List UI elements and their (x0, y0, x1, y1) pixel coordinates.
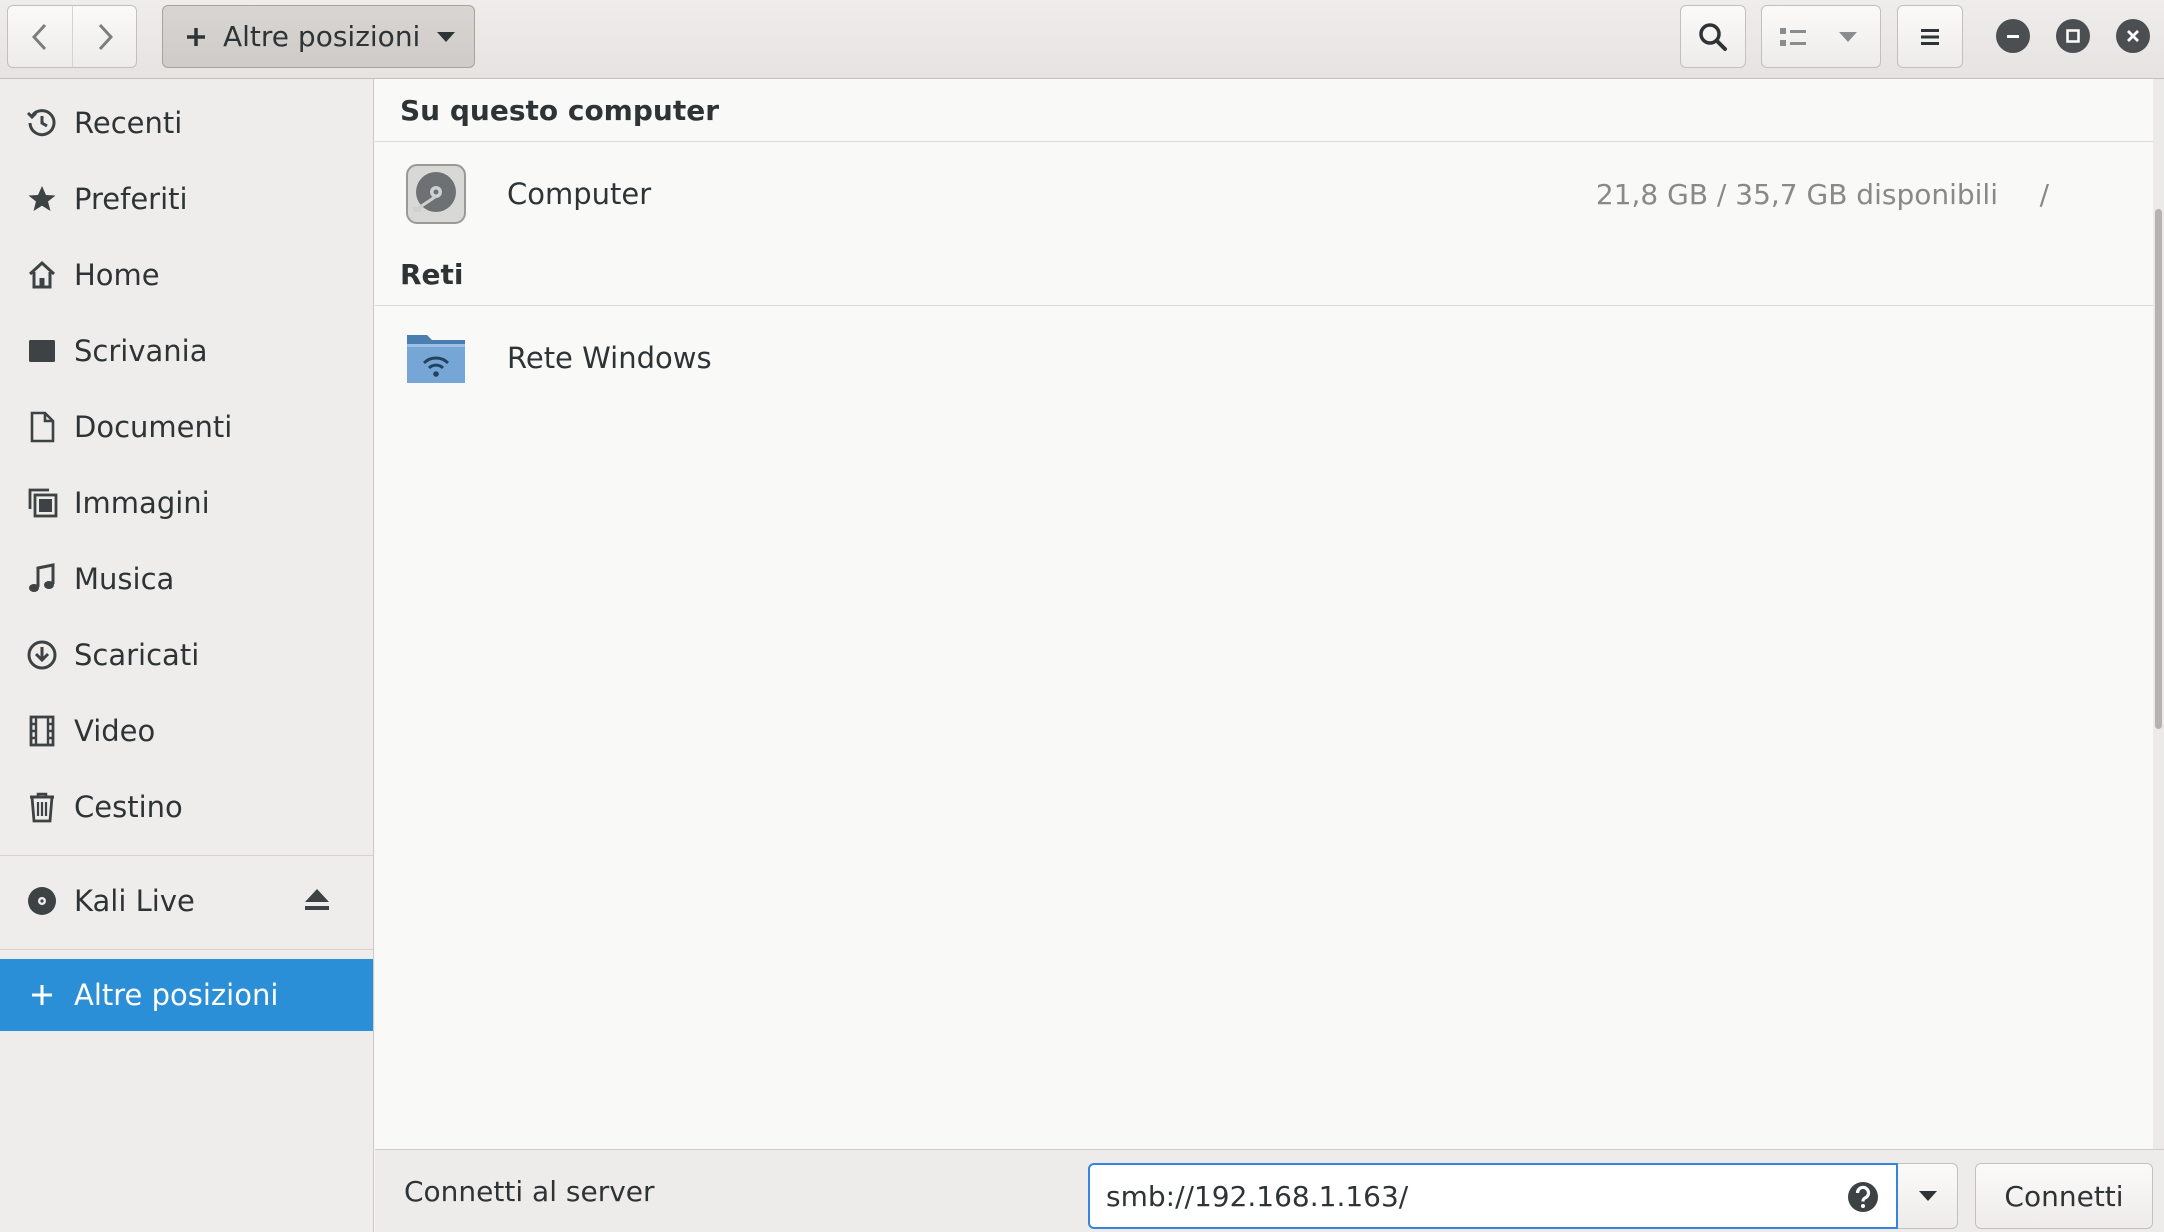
item-name: Computer (507, 177, 652, 211)
clock-icon (24, 105, 60, 141)
chevron-down-icon (437, 31, 456, 42)
sidebar-item-label: Altre posizioni (74, 978, 279, 1012)
plus-icon (24, 977, 60, 1013)
disk-space-info: 21,8 GB / 35,7 GB disponibili (1595, 177, 1998, 211)
section-header-on-this-computer: Su questo computer (375, 79, 2153, 142)
sidebar-item-scrivania[interactable]: Scrivania (0, 315, 373, 387)
header-bar: Altre posizioni (0, 0, 2164, 79)
sidebar-item-label: Documenti (74, 410, 233, 444)
video-icon (24, 713, 60, 749)
list-item-windows-network[interactable]: Rete Windows (375, 308, 2153, 408)
network-folder-icon (405, 327, 467, 389)
document-icon (24, 409, 60, 445)
sidebar-item-label: Video (74, 714, 156, 748)
sidebar-item-recenti[interactable]: Recenti (0, 87, 373, 159)
home-icon (24, 257, 60, 293)
help-button[interactable] (1846, 1180, 1880, 1214)
sidebar-item-home[interactable]: Home (0, 239, 373, 311)
maximize-button[interactable] (2056, 19, 2090, 53)
back-button[interactable] (8, 6, 72, 67)
sidebar-item-label: Cestino (74, 790, 183, 824)
sidebar-item-preferiti[interactable]: Preferiti (0, 163, 373, 235)
plus-icon (187, 27, 205, 46)
images-icon (24, 485, 60, 521)
eject-button[interactable] (303, 885, 331, 913)
close-button[interactable] (2116, 19, 2150, 53)
sidebar: Recenti Preferiti Home Scrivania Documen… (0, 79, 374, 1232)
vertical-scrollbar[interactable] (2153, 79, 2164, 1149)
sidebar-item-label: Immagini (74, 486, 210, 520)
help-icon (1848, 1182, 1878, 1212)
path-bar-button[interactable]: Altre posizioni (162, 5, 475, 68)
forward-button[interactable] (72, 6, 136, 67)
sidebar-item-musica[interactable]: Musica (0, 543, 373, 615)
sidebar-item-label: Musica (74, 562, 175, 596)
server-history-dropdown[interactable] (1898, 1163, 1958, 1229)
sidebar-item-kali-live[interactable]: Kali Live (0, 865, 373, 937)
sidebar-item-label: Scrivania (74, 334, 208, 368)
eject-icon (305, 889, 329, 910)
minimize-button[interactable] (1996, 19, 2030, 53)
sidebar-item-label: Preferiti (74, 182, 188, 216)
chevron-down-icon (1918, 1191, 1937, 1201)
disc-icon (24, 883, 60, 919)
connect-button[interactable]: Connetti (1975, 1163, 2153, 1229)
chevron-left-icon (31, 23, 47, 50)
view-options-button[interactable] (1761, 5, 1881, 68)
maximize-icon (2066, 29, 2080, 43)
sidebar-item-immagini[interactable]: Immagini (0, 467, 373, 539)
list-view-icon (1780, 27, 1806, 46)
connect-to-server-bar: Connetti al server Connetti (375, 1149, 2164, 1232)
star-icon (24, 181, 60, 217)
places-view: Su questo computer Computer 21,8 GB / 35… (375, 79, 2153, 1149)
sidebar-item-documenti[interactable]: Documenti (0, 391, 373, 463)
list-item-computer[interactable]: Computer 21,8 GB / 35,7 GB disponibili / (375, 144, 2153, 244)
section-title: Su questo computer (400, 93, 720, 127)
scrollbar-thumb[interactable] (2155, 209, 2162, 729)
hamburger-menu-icon (1921, 28, 1939, 45)
trash-icon (24, 789, 60, 825)
sidebar-separator (0, 855, 373, 856)
chevron-right-icon (98, 23, 113, 50)
sidebar-item-video[interactable]: Video (0, 695, 373, 767)
sidebar-item-label: Kali Live (74, 884, 195, 918)
section-title: Reti (400, 257, 464, 291)
music-icon (24, 561, 60, 597)
sidebar-item-label: Home (74, 258, 160, 292)
server-address-input[interactable] (1106, 1179, 1806, 1213)
close-icon (2127, 30, 2139, 42)
sidebar-separator (0, 949, 373, 950)
connect-to-server-label: Connetti al server (404, 1175, 655, 1208)
item-name: Rete Windows (507, 341, 712, 375)
section-header-networks: Reti (375, 243, 2153, 306)
sidebar-item-label: Scaricati (74, 638, 200, 672)
search-button[interactable] (1680, 5, 1746, 68)
sidebar-item-altre-posizioni[interactable]: Altre posizioni (0, 959, 373, 1031)
harddisk-icon (405, 163, 467, 225)
path-bar-label: Altre posizioni (223, 20, 421, 53)
minimize-icon (2007, 35, 2019, 38)
navigation-buttons (7, 5, 137, 68)
download-icon (24, 637, 60, 673)
chevron-down-icon (1839, 31, 1857, 42)
sidebar-item-scaricati[interactable]: Scaricati (0, 619, 373, 691)
mount-point: / (2039, 177, 2049, 211)
server-address-field[interactable] (1088, 1163, 1898, 1229)
sidebar-item-label: Recenti (74, 106, 183, 140)
sidebar-item-cestino[interactable]: Cestino (0, 771, 373, 843)
search-icon (1699, 22, 1727, 51)
main-menu-button[interactable] (1897, 5, 1963, 68)
desktop-icon (24, 333, 60, 369)
